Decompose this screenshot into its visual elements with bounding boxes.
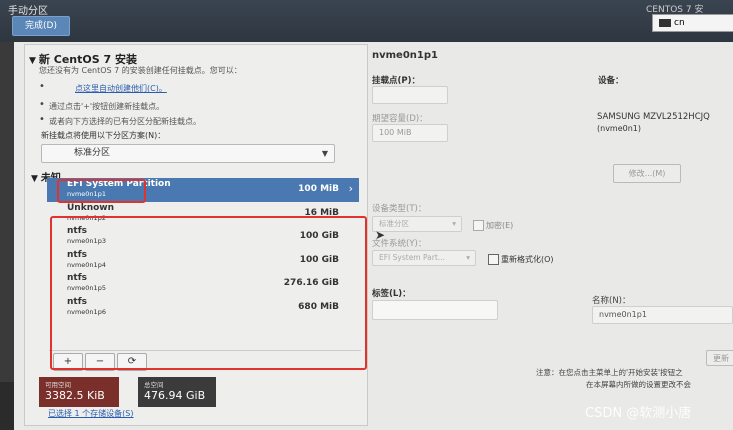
bullet-icon: • — [39, 99, 45, 110]
devices-label: 设备： — [598, 76, 624, 86]
language-code: cn — [674, 18, 685, 28]
add-mountpoint-hint: 通过点击'+'按钮创建新挂载点。 — [49, 102, 165, 111]
total-label: 总空间 — [144, 381, 164, 389]
total-value: 476.94 GiB — [144, 389, 206, 402]
chevron-down-icon: ▼ — [321, 149, 328, 158]
device-type-select[interactable]: 标准分区 ▾ — [372, 216, 462, 232]
mount-point-label: 挂载点(P)： — [372, 76, 420, 86]
chevron-down-icon: ▾ — [452, 219, 456, 228]
device-type-value: 标准分区 — [379, 219, 409, 228]
page-title: 手动分区 — [8, 6, 48, 17]
watermark: CSDN @软测小唐 — [585, 406, 692, 421]
available-space: 可用空间 3382.5 KiB — [39, 377, 119, 407]
chevron-down-icon: ▾ — [466, 253, 470, 262]
assign-mountpoint-hint: 或者向下方选择的已有分区分配新挂载点。 — [49, 117, 201, 126]
capacity-input[interactable]: 100 MiB — [372, 124, 448, 142]
left-edge — [0, 42, 14, 382]
chevron-right-icon: › — [348, 182, 353, 195]
highlight-box-partitions — [50, 216, 367, 370]
no-mountpoints-text: 您还没有为 CentOS 7 的安装创建任何挂载点。您可以： — [39, 66, 242, 75]
partition-details-pane: nvme0n1p1 挂载点(P)： 设备： 期望容量(D)： 100 MiB S… — [370, 44, 733, 424]
total-space: 总空间 476.94 GiB — [138, 377, 216, 407]
modify-button[interactable]: 修改...(M) — [613, 164, 681, 183]
available-value: 3382.5 KiB — [45, 389, 105, 402]
device-name: SAMSUNG MZVL2512HCJQ — [597, 112, 710, 122]
top-bar: 手动分区 完成(D) CENTOS 7 安 cn — [0, 0, 733, 42]
available-label: 可用空间 — [45, 381, 71, 389]
main-panel: ▼ 新 CentOS 7 安装 您还没有为 CentOS 7 的安装创建任何挂载点… — [14, 42, 733, 430]
expand-triangle-icon: ▼ — [29, 56, 36, 66]
tag-input[interactable] — [372, 300, 498, 320]
partition-title: nvme0n1p1 — [372, 50, 438, 61]
encrypt-checkbox[interactable] — [473, 220, 484, 231]
reformat-label: 重新格式化(O) — [501, 255, 554, 264]
update-settings-button[interactable]: 更新设 — [706, 350, 733, 366]
note-line-1: 注意：在您点击主菜单上的'开始安装'按钮之 — [536, 368, 683, 377]
selected-storage-link[interactable]: 已选择 1 个存储设备(S) — [48, 408, 134, 419]
expand-triangle-icon: ▼ — [31, 174, 38, 184]
filesystem-value: EFI System Part... — [379, 253, 445, 262]
done-button[interactable]: 完成(D) — [12, 16, 70, 36]
bullet-icon: • — [39, 114, 45, 125]
name-input[interactable]: nvme0n1p1 — [592, 306, 733, 324]
device-id: (nvme0n1) — [597, 124, 642, 133]
name-label: 名称(N)： — [592, 296, 631, 306]
auto-create-link[interactable]: 点这里自动创建他们(C)。 — [75, 83, 167, 94]
capacity-label: 期望容量(D)： — [372, 114, 428, 124]
note-line-2: 在本屏幕内所做的设置更改不会 — [586, 380, 691, 389]
scheme-value: 标准分区 — [74, 148, 111, 158]
partition-name: Unknown — [67, 202, 115, 213]
reformat-checkbox[interactable] — [488, 254, 499, 265]
tag-label: 标签(L)： — [372, 289, 411, 299]
mount-point-input[interactable] — [372, 86, 448, 104]
bullet-icon: • — [39, 81, 45, 92]
filesystem-select[interactable]: EFI System Part... ▾ — [372, 250, 476, 266]
language-indicator[interactable]: cn — [652, 14, 733, 32]
mouse-cursor-icon: ➤ — [375, 228, 386, 242]
partition-scheme-select[interactable]: 标准分区 ▼ — [41, 144, 335, 163]
scheme-label: 新挂载点将使用以下分区方案(N)： — [41, 131, 166, 140]
partition-size: 100 MiB — [298, 184, 339, 194]
keyboard-icon — [659, 18, 671, 27]
highlight-box-scheme — [57, 179, 146, 203]
device-type-label: 设备类型(T)： — [372, 204, 427, 214]
encrypt-label: 加密(E) — [486, 221, 514, 230]
